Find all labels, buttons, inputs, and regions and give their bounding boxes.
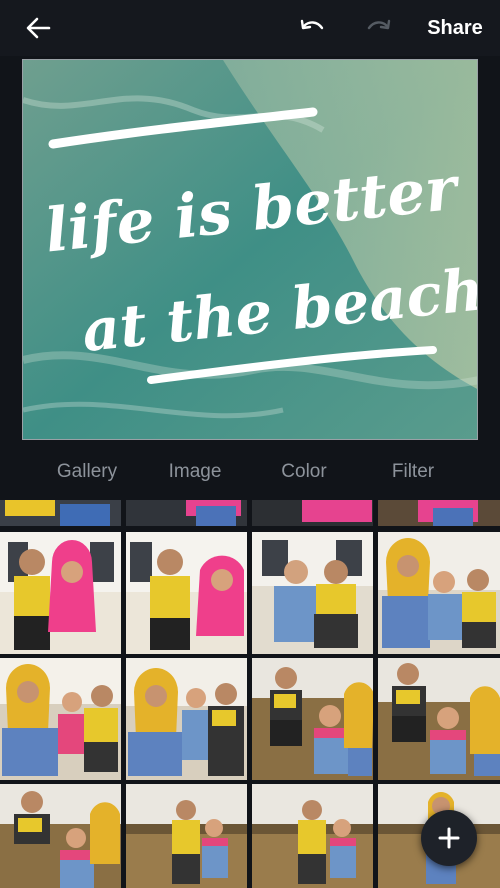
undo-button[interactable] xyxy=(294,10,330,46)
editor-tabs: Gallery Image Color Filter xyxy=(0,452,500,492)
back-button[interactable] xyxy=(20,10,56,46)
redo-icon xyxy=(367,19,391,30)
tab-filter[interactable]: Filter xyxy=(380,452,446,492)
gallery-photo[interactable] xyxy=(252,658,373,780)
gallery-photo[interactable] xyxy=(378,658,500,780)
tab-image[interactable]: Image xyxy=(155,452,235,492)
gallery-photo[interactable] xyxy=(252,532,373,654)
gallery-photo[interactable] xyxy=(252,784,373,888)
gallery-photo[interactable] xyxy=(0,532,121,654)
gallery-photo[interactable] xyxy=(252,500,373,526)
tab-gallery[interactable]: Gallery xyxy=(44,452,130,492)
arrow-left-icon xyxy=(26,17,51,39)
top-toolbar: Share xyxy=(0,0,500,56)
gallery-photo[interactable] xyxy=(378,532,500,654)
tab-color[interactable]: Color xyxy=(268,452,340,492)
gallery-photo[interactable] xyxy=(126,500,247,526)
share-button[interactable]: Share xyxy=(422,10,488,46)
undo-icon xyxy=(300,19,324,30)
gallery-photo[interactable] xyxy=(0,784,121,888)
redo-button[interactable] xyxy=(361,10,397,46)
design-canvas[interactable]: life is better at the beach xyxy=(22,59,478,440)
gallery-photo[interactable] xyxy=(126,784,247,888)
gallery-photo[interactable] xyxy=(126,532,247,654)
gallery-photo[interactable] xyxy=(0,658,121,780)
beach-background-image: life is better at the beach xyxy=(23,60,477,439)
add-button[interactable] xyxy=(421,810,477,866)
gallery-photo[interactable] xyxy=(378,500,500,526)
gallery-photo[interactable] xyxy=(0,500,121,526)
plus-icon xyxy=(438,827,460,849)
gallery-photo[interactable] xyxy=(126,658,247,780)
